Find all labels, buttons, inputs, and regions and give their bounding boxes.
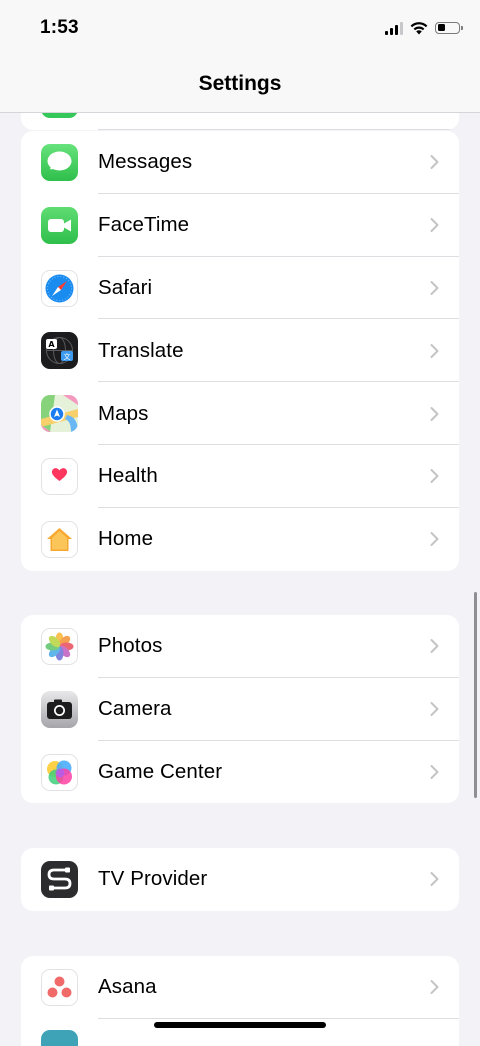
settings-group-tv: TV Provider bbox=[21, 848, 459, 911]
chevron-right-icon bbox=[430, 764, 439, 779]
settings-row-label: Messages bbox=[98, 150, 193, 174]
messages-icon bbox=[41, 144, 78, 181]
chevron-right-icon bbox=[430, 155, 439, 170]
chevron-right-icon bbox=[430, 218, 439, 233]
cellular-signal-icon bbox=[385, 21, 403, 35]
home-indicator[interactable] bbox=[154, 1022, 326, 1028]
chevron-right-icon bbox=[430, 980, 439, 995]
maps-icon bbox=[41, 395, 78, 433]
chevron-right-icon bbox=[430, 532, 439, 547]
settings-row-label: Asana bbox=[98, 975, 157, 999]
chevron-right-icon bbox=[430, 469, 439, 484]
scrollbar[interactable] bbox=[474, 592, 477, 798]
settings-row-label: FaceTime bbox=[98, 213, 190, 237]
settings-row-home[interactable]: Home bbox=[21, 508, 459, 571]
wifi-icon bbox=[410, 22, 428, 35]
settings-group-third-party: Asana bbox=[21, 956, 459, 1046]
settings-row-messages[interactable]: Messages bbox=[21, 131, 459, 194]
chevron-right-icon bbox=[430, 406, 439, 421]
settings-row-label: TV Provider bbox=[98, 867, 208, 891]
settings-row-label: Game Center bbox=[98, 759, 223, 783]
chevron-right-icon bbox=[430, 639, 439, 654]
chevron-right-icon bbox=[430, 702, 439, 717]
settings-row-label: Maps bbox=[98, 401, 149, 425]
camera-icon bbox=[41, 690, 78, 728]
facetime-icon bbox=[41, 206, 78, 244]
settings-row-facetime[interactable]: FaceTime bbox=[21, 194, 459, 257]
svg-text:文: 文 bbox=[64, 352, 71, 361]
page-title: Settings bbox=[198, 72, 282, 95]
battery-icon bbox=[435, 21, 463, 34]
settings-row-label: Translate bbox=[98, 338, 184, 362]
chevron-right-icon bbox=[430, 343, 439, 358]
settings-row-camera[interactable]: Camera bbox=[21, 678, 459, 741]
safari-icon bbox=[41, 269, 78, 307]
svg-text:A: A bbox=[48, 340, 55, 349]
settings-row-game-center[interactable]: Game Center bbox=[21, 741, 459, 804]
game-center-icon bbox=[41, 753, 78, 791]
settings-row-label: Safari bbox=[98, 275, 153, 299]
translate-icon: A 文 bbox=[41, 332, 78, 370]
health-icon bbox=[41, 457, 78, 495]
settings-row-photos[interactable]: Photos bbox=[21, 615, 459, 678]
settings-group-media: Photos Camera Game Center bbox=[21, 615, 459, 804]
status-bar: 1:53 bbox=[0, 0, 480, 56]
chevron-right-icon bbox=[430, 280, 439, 295]
app-icon-partial bbox=[41, 1030, 78, 1046]
settings-row-label: Home bbox=[98, 527, 154, 551]
tv-provider-icon bbox=[41, 861, 78, 898]
settings-row-translate[interactable]: A 文 Translate bbox=[21, 319, 459, 383]
settings-row-maps[interactable]: Maps bbox=[21, 382, 459, 445]
chevron-right-icon bbox=[430, 872, 439, 887]
settings-row-label: Camera bbox=[98, 697, 172, 721]
settings-row-health[interactable]: Health bbox=[21, 445, 459, 508]
settings-row-label: Health bbox=[98, 464, 158, 488]
home-icon bbox=[41, 520, 78, 558]
settings-row-tv-provider[interactable]: TV Provider bbox=[21, 848, 459, 911]
settings-row-asana[interactable]: Asana bbox=[21, 956, 459, 1019]
settings-group-apps: Messages FaceTime Safari A 文 Translate M… bbox=[21, 131, 459, 571]
navigation-bar: Settings bbox=[0, 56, 480, 113]
status-time: 1:53 bbox=[40, 17, 79, 38]
status-icons bbox=[385, 20, 463, 35]
settings-row-label: Photos bbox=[98, 634, 163, 658]
photos-icon bbox=[41, 628, 78, 665]
asana-icon bbox=[41, 969, 78, 1006]
settings-row-safari[interactable]: Safari bbox=[21, 257, 459, 320]
